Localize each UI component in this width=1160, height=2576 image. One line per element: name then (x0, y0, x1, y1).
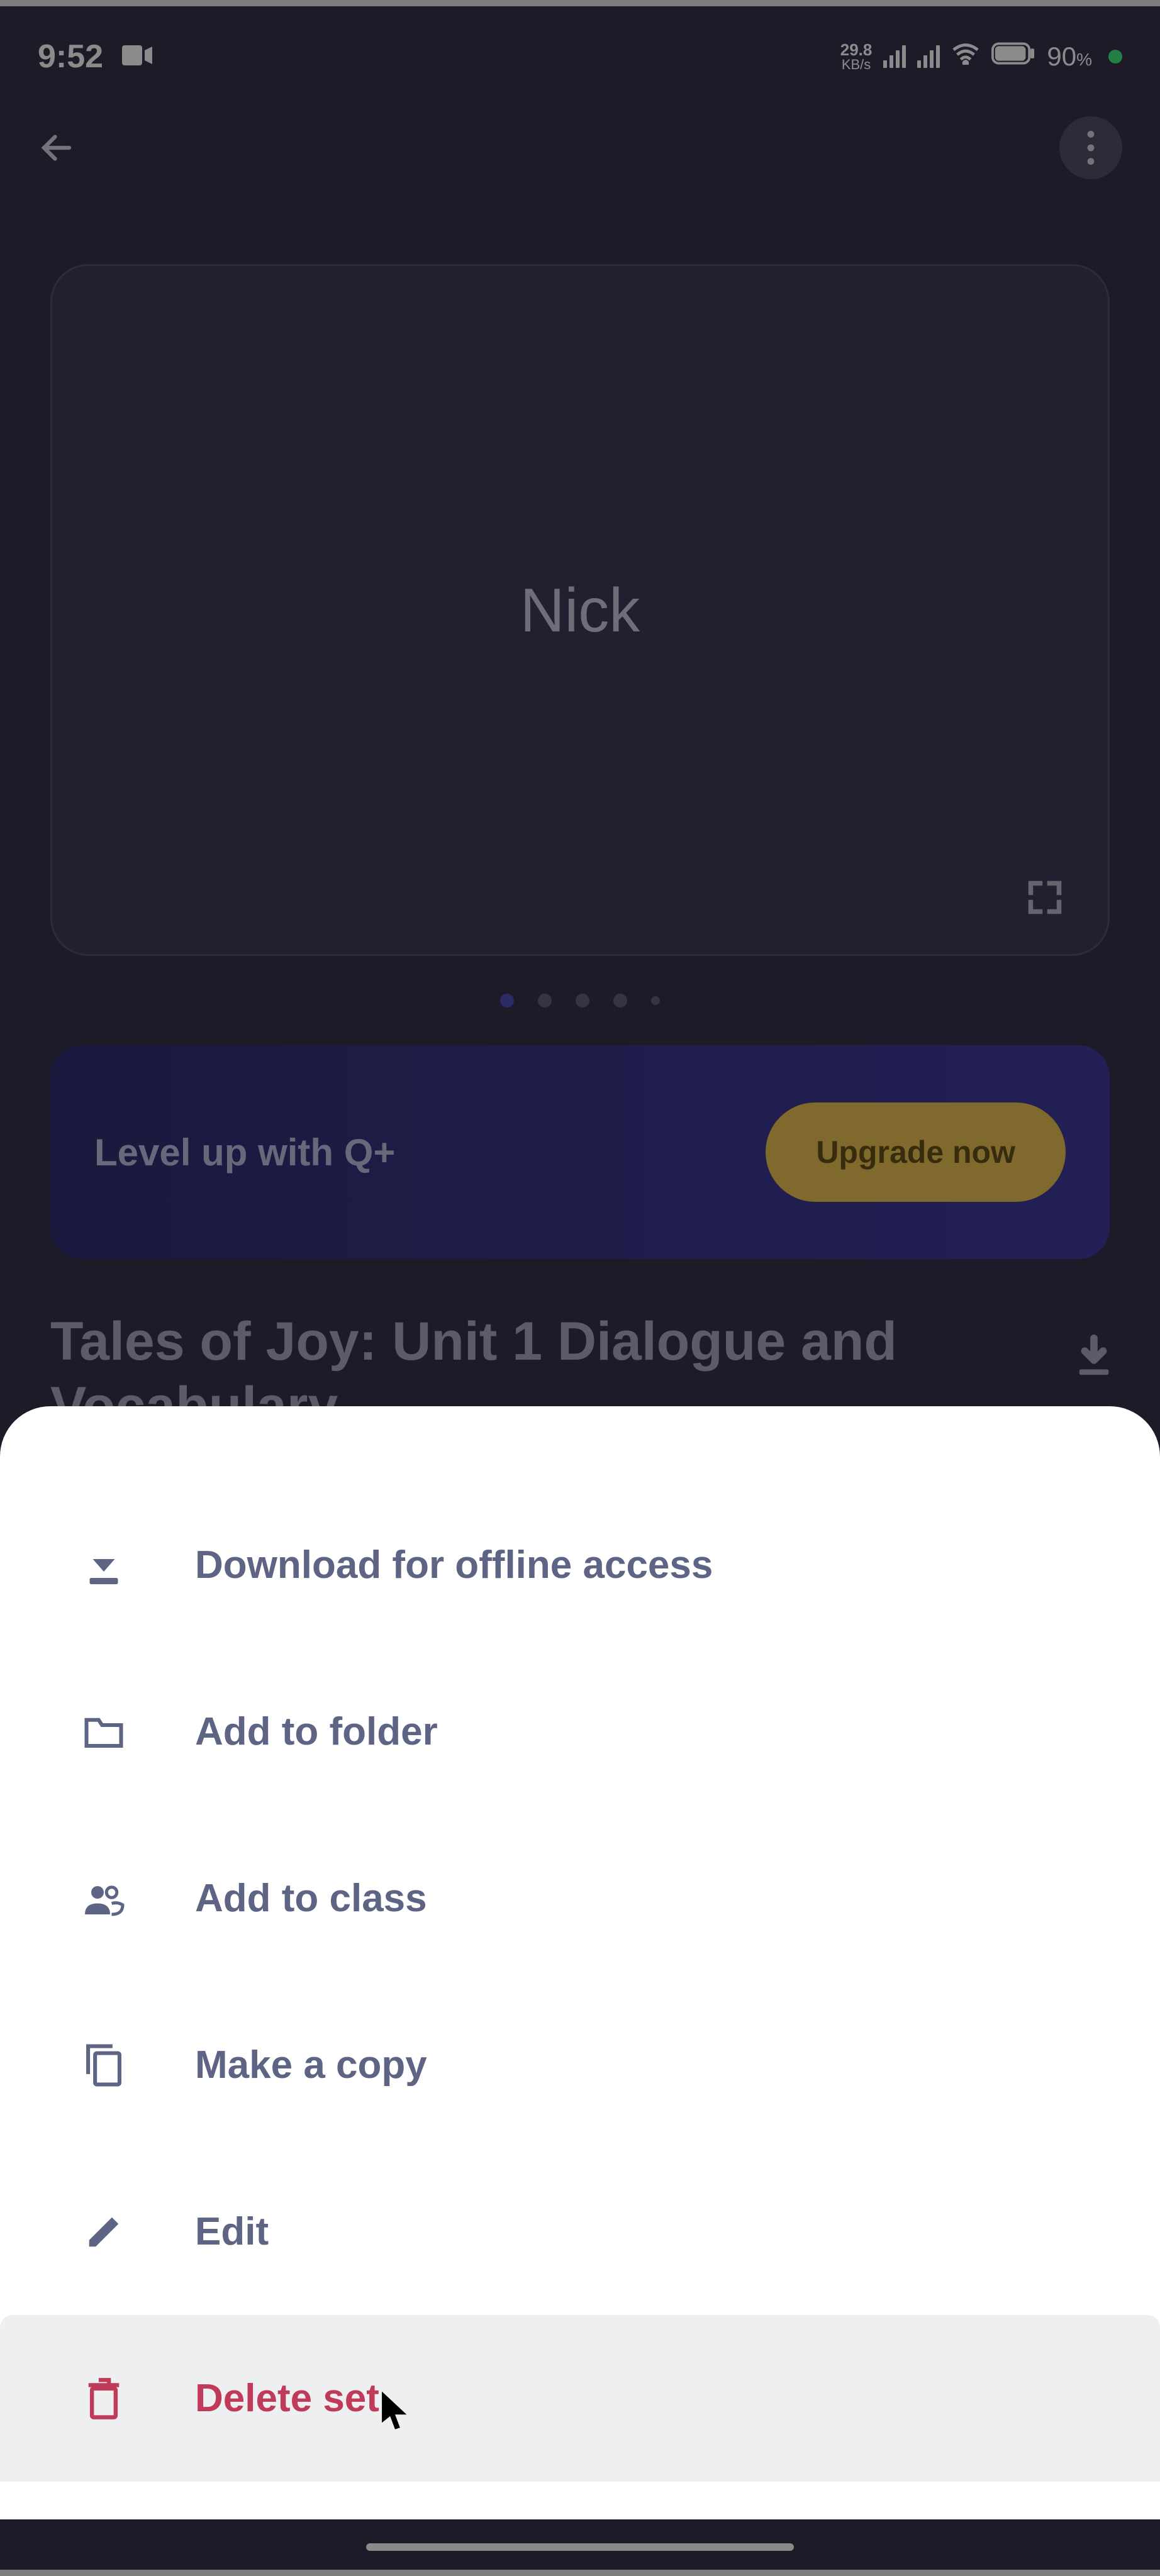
upgrade-banner[interactable]: Level up with Q+ Upgrade now (50, 1045, 1110, 1259)
more-options-button[interactable] (1059, 116, 1122, 179)
fullscreen-icon[interactable] (1026, 879, 1064, 916)
status-bar: 9:52 29.8 KB/s 90% (0, 6, 1160, 107)
recording-icon (122, 45, 152, 69)
page-indicator (50, 956, 1110, 1033)
sheet-copy-label: Make a copy (195, 2043, 427, 2087)
sheet-edit-label: Edit (195, 2209, 269, 2254)
sheet-download-label: Download for offline access (195, 1543, 713, 1587)
flashcard[interactable]: Nick (50, 264, 1110, 956)
sheet-make-copy[interactable]: Make a copy (0, 1982, 1160, 2148)
sheet-download[interactable]: Download for offline access (0, 1482, 1160, 1648)
sheet-add-folder[interactable]: Add to folder (0, 1648, 1160, 1815)
wifi-icon (951, 42, 980, 71)
copy-icon (82, 2043, 126, 2087)
download-icon[interactable] (1072, 1335, 1110, 1372)
sheet-add-class[interactable]: Add to class (0, 1815, 1160, 1982)
sheet-delete[interactable]: Delete set (0, 2315, 1160, 2482)
upgrade-button[interactable]: Upgrade now (766, 1102, 1066, 1202)
privacy-indicator-icon (1108, 50, 1122, 64)
pencil-icon (82, 2210, 126, 2254)
action-sheet: Download for offline access Add to folde… (0, 1406, 1160, 2519)
signal-icon-2 (917, 45, 940, 68)
download-icon (82, 1543, 126, 1587)
upgrade-text: Level up with Q+ (94, 1131, 395, 1174)
battery-percent: 90% (1047, 42, 1092, 72)
sheet-edit[interactable]: Edit (0, 2148, 1160, 2315)
status-time: 9:52 (38, 38, 103, 75)
flashcard-term: Nick (520, 575, 640, 646)
home-indicator[interactable] (366, 2543, 794, 2551)
people-icon (82, 1877, 126, 1921)
back-button[interactable] (38, 129, 75, 167)
battery-icon (991, 42, 1035, 71)
sheet-class-label: Add to class (195, 1876, 427, 1921)
signal-icon-1 (883, 45, 906, 68)
trash-icon (82, 2377, 126, 2421)
sheet-delete-label: Delete set (195, 2376, 379, 2421)
folder-icon (82, 1710, 126, 1754)
network-speed: 29.8 KB/s (840, 42, 873, 72)
sheet-folder-label: Add to folder (195, 1709, 438, 1754)
